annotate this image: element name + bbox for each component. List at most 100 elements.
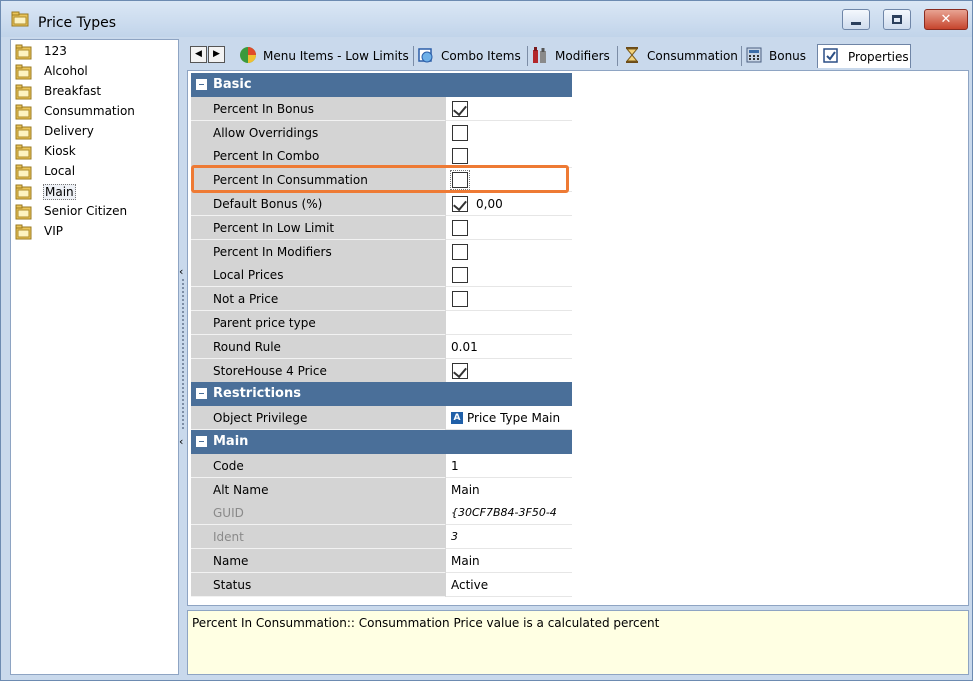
property-row[interactable]: Name Main [191,549,572,573]
close-button[interactable]: ✕ [924,9,968,30]
tab-scroll-right-button[interactable]: ▶ [208,46,225,63]
property-row[interactable]: Percent In Low Limit [191,215,572,240]
tree-item[interactable]: Local [13,162,173,182]
property-value-cell[interactable] [445,311,572,335]
property-name-cell[interactable]: Parent price type [191,311,445,335]
property-row[interactable]: Local Prices [191,263,572,288]
tab-scroll-left-button[interactable]: ◀ [190,46,207,63]
property-value-cell[interactable] [445,120,572,145]
property-value[interactable]: Main [451,554,480,568]
tab-menu-items-low-limits[interactable]: Menu Items - Low Limits [239,44,411,68]
tree-item[interactable]: VIP [13,222,173,242]
property-value-cell[interactable]: 0,00 [445,192,572,216]
property-row[interactable]: Round Rule 0.01 [191,334,572,359]
property-value-cell[interactable] [445,287,572,312]
tree-item[interactable]: Senior Citizen [13,202,173,222]
property-name-cell[interactable]: Name [191,549,445,573]
property-value-cell[interactable]: 3 [445,525,572,550]
tab-combo-items[interactable]: Combo Items [417,44,525,68]
section-basic[interactable]: Basic [191,73,572,97]
property-name-cell[interactable]: Ident [191,525,445,550]
property-name-cell[interactable]: GUID [191,501,445,526]
collapse-minus-icon[interactable] [196,388,207,400]
maximize-button[interactable] [883,9,911,30]
tree-item[interactable]: Consummation [13,102,173,122]
section-restrictions[interactable]: Restrictions [191,382,572,407]
property-checkbox[interactable] [452,267,468,284]
section-main[interactable]: Main [191,430,572,454]
property-row[interactable]: Parent price type [191,311,572,335]
property-value[interactable]: Active [451,578,488,592]
property-row[interactable]: Percent In Modifiers [191,239,572,264]
property-checkbox[interactable] [452,100,468,117]
property-value[interactable]: 1 [451,459,459,473]
property-name-cell[interactable]: Percent In Bonus [191,96,445,121]
collapse-arrow-icon[interactable]: ‹ [179,266,185,277]
property-row[interactable]: Allow Overridings [191,120,572,145]
property-row[interactable]: Object Privilege A Price Type Main [191,406,572,431]
property-value-cell[interactable]: Main [445,477,572,502]
property-name-cell[interactable]: Local Prices [191,263,445,288]
property-row[interactable]: Alt Name Main [191,477,572,502]
property-row[interactable]: Not a Price [191,287,572,312]
tab-properties[interactable]: Properties [817,44,911,68]
price-type-tree[interactable]: 123 Alcohol Breakfast Consummation Delivery K… [10,39,179,675]
property-name-cell[interactable]: StoreHouse 4 Price [191,358,445,383]
property-name-cell[interactable]: Code [191,453,445,478]
property-value-cell[interactable] [445,96,572,121]
property-row[interactable]: Default Bonus (%) 0,00 [191,192,572,216]
property-checkbox[interactable] [452,124,468,141]
property-name-cell[interactable]: Object Privilege [191,406,445,431]
property-name-cell[interactable]: Not a Price [191,287,445,312]
tree-item[interactable]: Alcohol [13,62,173,82]
property-checkbox[interactable] [452,219,468,236]
tree-item[interactable]: Delivery [13,122,173,142]
tab-modifiers[interactable]: Modifiers [531,44,615,68]
property-value-cell[interactable]: {30CF7B84-3F50-4 [445,501,572,526]
property-checkbox[interactable] [452,243,468,260]
tab-bonus[interactable]: Bonus [745,44,815,68]
property-value-cell[interactable] [445,263,572,288]
property-checkbox[interactable] [452,196,468,212]
property-value[interactable]: 0.01 [451,340,478,354]
property-name-cell[interactable]: Default Bonus (%) [191,192,445,216]
property-name-cell[interactable]: Percent In Low Limit [191,215,445,240]
property-name-cell[interactable]: Percent In Modifiers [191,239,445,264]
property-row[interactable]: Code 1 [191,453,572,478]
property-value-cell[interactable]: A Price Type Main [445,406,572,431]
property-row[interactable]: StoreHouse 4 Price [191,358,572,383]
tree-item[interactable]: Kiosk [13,142,173,162]
property-value[interactable]: Main [451,483,480,497]
property-value[interactable]: 0,00 [476,197,503,211]
property-name-cell[interactable]: Alt Name [191,477,445,502]
property-value[interactable]: 3 [451,530,458,543]
property-value[interactable]: Price Type Main [467,411,560,425]
title-bar[interactable]: Price Types ✕ [1,1,972,37]
property-row[interactable]: Status Active [191,572,572,597]
property-checkbox[interactable] [452,362,468,379]
property-value-cell[interactable] [445,239,572,264]
collapse-arrow-icon[interactable]: ‹ [179,436,185,447]
property-checkbox[interactable] [452,148,468,165]
property-value-cell[interactable] [445,215,572,240]
tree-item[interactable]: Breakfast [13,82,173,102]
property-checkbox[interactable] [452,291,468,308]
property-name-cell[interactable]: Status [191,572,445,597]
property-value-cell[interactable] [445,358,572,383]
minimize-button[interactable] [842,9,870,30]
tab-consummation[interactable]: Consummation [623,44,739,68]
property-value-cell[interactable]: Main [445,549,572,573]
property-name-cell[interactable]: Round Rule [191,334,445,359]
panel-splitter[interactable]: ‹ ‹ [179,261,187,451]
property-value-cell[interactable]: Active [445,572,572,597]
property-row[interactable]: Percent In Bonus [191,96,572,121]
collapse-minus-icon[interactable] [196,79,207,90]
property-row[interactable]: GUID {30CF7B84-3F50-4 [191,501,572,526]
tree-item[interactable]: Main [13,182,173,202]
property-row[interactable]: Ident 3 [191,525,572,550]
tree-item[interactable]: 123 [13,42,173,62]
property-value-cell[interactable]: 1 [445,453,572,478]
collapse-minus-icon[interactable] [196,436,207,447]
property-value-cell[interactable]: 0.01 [445,334,572,359]
property-value[interactable]: {30CF7B84-3F50-4 [451,506,557,519]
